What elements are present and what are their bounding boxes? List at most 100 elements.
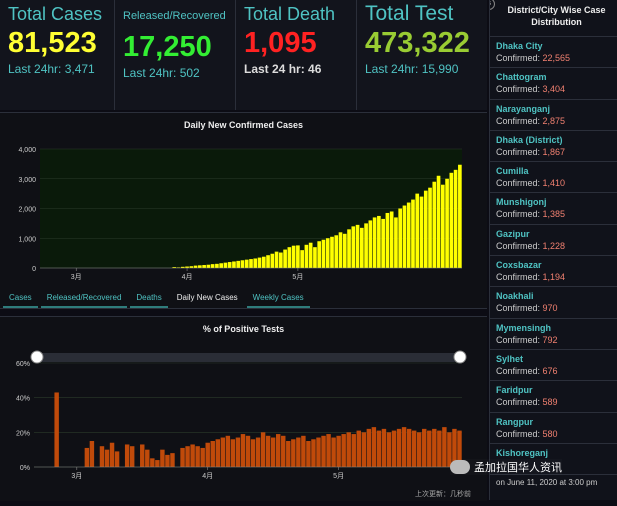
bar[interactable] xyxy=(200,447,205,467)
bar[interactable] xyxy=(140,444,145,467)
bar[interactable] xyxy=(406,202,411,268)
bar[interactable] xyxy=(129,446,135,467)
bar[interactable] xyxy=(283,249,287,268)
bar[interactable] xyxy=(253,258,258,268)
bar[interactable] xyxy=(205,442,210,467)
bar[interactable] xyxy=(376,430,382,467)
bar[interactable] xyxy=(372,217,377,268)
bar[interactable] xyxy=(99,446,105,467)
tab-daily-new-cases[interactable]: Daily New Cases xyxy=(171,289,244,308)
district-item[interactable]: Mymensingh Confirmed: 792 xyxy=(490,319,617,350)
bar[interactable] xyxy=(334,235,339,268)
bar[interactable] xyxy=(377,215,381,268)
bar[interactable] xyxy=(275,434,281,467)
bar[interactable] xyxy=(215,263,219,268)
bar[interactable] xyxy=(331,437,336,467)
bar[interactable] xyxy=(432,428,437,467)
bar[interactable] xyxy=(411,199,415,268)
bar[interactable] xyxy=(210,264,215,268)
bar[interactable] xyxy=(301,435,306,467)
bar[interactable] xyxy=(308,242,313,268)
bar[interactable] xyxy=(89,441,95,467)
bar[interactable] xyxy=(449,172,454,268)
bar[interactable] xyxy=(381,218,385,268)
district-item[interactable]: Narayanganj Confirmed: 2,875 xyxy=(490,100,617,131)
bar[interactable] xyxy=(428,187,432,268)
bar[interactable] xyxy=(326,434,331,467)
bar[interactable] xyxy=(279,252,283,268)
bar[interactable] xyxy=(266,255,270,268)
bar[interactable] xyxy=(54,392,59,467)
bar[interactable] xyxy=(419,196,424,268)
bar[interactable] xyxy=(317,241,322,268)
bar[interactable] xyxy=(185,446,190,467)
district-item[interactable]: Chattogram Confirmed: 3,404 xyxy=(490,68,617,100)
bar[interactable] xyxy=(124,444,130,467)
bar[interactable] xyxy=(386,432,392,467)
bar[interactable] xyxy=(321,435,326,467)
bar[interactable] xyxy=(346,432,351,467)
bar[interactable] xyxy=(371,427,377,467)
bar[interactable] xyxy=(145,449,150,467)
bar[interactable] xyxy=(109,442,115,467)
bar[interactable] xyxy=(281,435,286,467)
bar[interactable] xyxy=(198,265,202,268)
district-item[interactable]: Munshigonj Confirmed: 1,385 xyxy=(490,193,617,225)
bar[interactable] xyxy=(347,229,351,268)
bar[interactable] xyxy=(436,175,441,268)
range-handle-left[interactable] xyxy=(30,350,44,364)
bar[interactable] xyxy=(381,428,387,467)
bar[interactable] xyxy=(311,439,316,467)
bar[interactable] xyxy=(356,430,361,467)
bar[interactable] xyxy=(240,434,246,467)
bar[interactable] xyxy=(391,430,397,467)
bar[interactable] xyxy=(300,250,304,268)
bar[interactable] xyxy=(394,217,398,268)
bar[interactable] xyxy=(104,449,110,467)
bar[interactable] xyxy=(225,435,231,467)
bar[interactable] xyxy=(219,263,223,268)
bar[interactable] xyxy=(402,205,407,268)
bar[interactable] xyxy=(160,449,165,467)
bar[interactable] xyxy=(114,451,120,467)
district-item[interactable]: Noakhali Confirmed: 970 xyxy=(490,287,617,319)
bar[interactable] xyxy=(416,432,422,467)
bar[interactable] xyxy=(193,265,198,268)
bar[interactable] xyxy=(291,245,296,268)
bar[interactable] xyxy=(427,430,432,467)
bar[interactable] xyxy=(215,439,221,467)
bar[interactable] xyxy=(150,458,155,467)
bar[interactable] xyxy=(325,238,330,268)
bar[interactable] xyxy=(250,439,256,467)
bar[interactable] xyxy=(368,220,373,268)
district-list[interactable]: Dhaka City Confirmed: 22,565 Chattogram Con… xyxy=(490,37,617,476)
bar[interactable] xyxy=(359,227,364,268)
bar[interactable] xyxy=(361,432,367,467)
bar[interactable] xyxy=(210,441,215,467)
bar[interactable] xyxy=(227,262,232,268)
bar[interactable] xyxy=(223,262,228,268)
bar[interactable] xyxy=(260,432,266,467)
bar[interactable] xyxy=(401,427,407,467)
bar[interactable] xyxy=(206,264,211,268)
tab-cases[interactable]: Cases xyxy=(3,289,38,308)
bar[interactable] xyxy=(355,224,360,268)
bar[interactable] xyxy=(351,226,356,268)
tab-weekly-cases[interactable]: Weekly Cases xyxy=(246,289,310,308)
bar[interactable] xyxy=(336,435,341,467)
district-item[interactable]: Sylhet Confirmed: 676 xyxy=(490,350,617,382)
bar[interactable] xyxy=(236,260,241,268)
bar[interactable] xyxy=(306,441,311,467)
bar[interactable] xyxy=(291,439,296,467)
bar[interactable] xyxy=(165,454,170,467)
bar[interactable] xyxy=(453,169,458,268)
bar[interactable] xyxy=(341,434,346,467)
bar[interactable] xyxy=(232,261,236,268)
bar[interactable] xyxy=(366,428,372,467)
bar[interactable] xyxy=(170,453,175,467)
bar[interactable] xyxy=(342,233,347,268)
bar[interactable] xyxy=(84,447,90,467)
district-item[interactable]: Dhaka (District) Confirmed: 1,867 xyxy=(490,131,617,163)
bar[interactable] xyxy=(432,181,437,268)
bar[interactable] xyxy=(270,253,275,268)
